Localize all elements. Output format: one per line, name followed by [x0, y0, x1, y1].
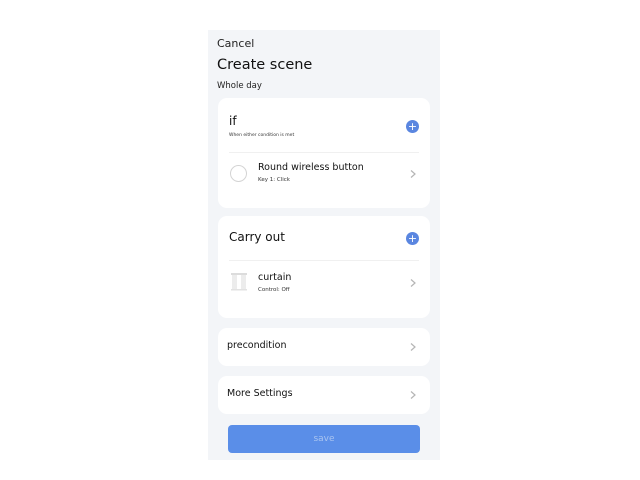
if-card: if When either condition is met + Round …: [218, 98, 430, 208]
precondition-row[interactable]: precondition: [218, 328, 430, 366]
plus-icon: +: [407, 120, 418, 133]
cancel-button[interactable]: Cancel: [217, 37, 254, 50]
radio-circle-icon: [230, 165, 247, 182]
carry-out-title: Carry out: [229, 230, 285, 244]
action-title: curtain: [258, 272, 292, 283]
precondition-label: precondition: [227, 340, 287, 351]
more-settings-row[interactable]: More Settings: [218, 376, 430, 414]
save-button[interactable]: save: [228, 425, 420, 453]
condition-title: Round wireless button: [258, 162, 364, 173]
chevron-right-icon: [410, 170, 416, 178]
schedule-label[interactable]: Whole day: [217, 81, 262, 91]
condition-detail: Key 1: Click: [258, 177, 290, 183]
condition-mode-note[interactable]: When either condition is met: [229, 133, 294, 138]
add-action-button[interactable]: +: [406, 232, 419, 245]
carry-out-card: Carry out + curtain Control: Off: [218, 216, 430, 318]
curtain-icon: [231, 273, 247, 291]
divider: [229, 260, 419, 261]
add-condition-button[interactable]: +: [406, 120, 419, 133]
page-title: Create scene: [217, 57, 313, 73]
plus-icon: +: [407, 232, 418, 245]
action-detail: Control: Off: [258, 287, 290, 293]
more-settings-label: More Settings: [227, 388, 293, 399]
scene-editor-panel: Cancel Create scene Whole day if When ei…: [208, 30, 440, 460]
chevron-right-icon: [410, 279, 416, 287]
chevron-right-icon: [410, 391, 416, 399]
divider: [229, 152, 419, 153]
chevron-right-icon: [410, 343, 416, 351]
if-title: if: [229, 114, 237, 128]
